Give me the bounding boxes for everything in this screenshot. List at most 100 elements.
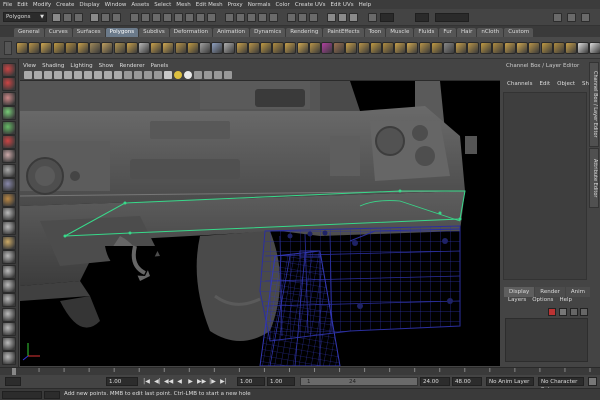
input-ops-icon[interactable]: [287, 13, 296, 22]
menu-window[interactable]: Window: [105, 2, 127, 8]
persp-graph-layout-icon[interactable]: [2, 250, 16, 265]
menu-create[interactable]: Create: [56, 2, 74, 8]
toggle-attribute-editor-icon[interactable]: [567, 13, 576, 22]
shelf-tool-31-icon[interactable]: [382, 42, 394, 54]
persp-outliner-layout-icon[interactable]: [2, 235, 16, 250]
channel-box-menu-channels[interactable]: Channels: [507, 81, 532, 90]
shelf-tool-22-icon[interactable]: [272, 42, 285, 54]
shelf-tool-6-icon[interactable]: [77, 42, 89, 54]
shelf-tool-33-icon[interactable]: [406, 42, 419, 54]
shelf-tool-24-icon[interactable]: [296, 42, 309, 54]
shelf-tab-curves[interactable]: Curves: [44, 28, 72, 37]
move-tool-icon[interactable]: [2, 106, 16, 121]
shelf-tool-26-icon[interactable]: [321, 42, 333, 54]
shelf-tool-17-icon[interactable]: [211, 42, 224, 54]
menu-edit[interactable]: Edit: [17, 2, 28, 8]
panel-tool-17-icon[interactable]: [184, 71, 192, 79]
step-forward-key-button[interactable]: |▶: [208, 377, 217, 386]
mask-curve-icon[interactable]: [152, 13, 161, 22]
panel-tool-11-icon[interactable]: [124, 71, 132, 79]
go-to-end-button[interactable]: ▶|: [219, 377, 228, 386]
save-scene-icon[interactable]: [74, 13, 83, 22]
new-layer-icon[interactable]: [548, 308, 556, 316]
shelf-tab-ncloth[interactable]: nCloth: [477, 28, 504, 37]
panel-tool-15-icon[interactable]: [164, 71, 172, 79]
mask-misc-icon[interactable]: [207, 13, 216, 22]
snap-point-icon[interactable]: [247, 13, 256, 22]
animation-prefs-icon[interactable]: [588, 377, 597, 386]
shelf-tool-36-icon[interactable]: [443, 42, 455, 54]
graph-editor-layout-icon[interactable]: [2, 307, 16, 322]
hypershade-layout-icon[interactable]: [2, 293, 16, 308]
shelf-tool-47-icon[interactable]: [577, 42, 590, 54]
shelf-tool-34-icon[interactable]: [418, 42, 431, 54]
menu-modify[interactable]: Modify: [33, 2, 51, 8]
panel-menu-panels[interactable]: Panels: [151, 63, 169, 69]
menu-proxy[interactable]: Proxy: [228, 2, 243, 8]
toggle-channel-box-icon[interactable]: [553, 13, 562, 22]
panel-menu-show[interactable]: Show: [99, 63, 114, 69]
shelf-tool-9-icon[interactable]: [113, 42, 126, 54]
panel-tool-19-icon[interactable]: [204, 71, 212, 79]
shelf-tool-30-icon[interactable]: [369, 42, 382, 54]
panel-menu-lighting[interactable]: Lighting: [70, 63, 92, 69]
outliner-layout-icon[interactable]: [2, 279, 16, 293]
shelf-tool-41-icon[interactable]: [504, 42, 516, 54]
shelf-menu-icon[interactable]: [4, 41, 12, 55]
panel-tool-14-icon[interactable]: [154, 71, 162, 79]
shelf-tool-7-icon[interactable]: [89, 42, 102, 54]
menu-select[interactable]: Select: [154, 2, 171, 8]
step-forward-frame-button[interactable]: ▶▶: [197, 377, 206, 386]
input-mode-icon[interactable]: [368, 13, 377, 22]
panel-tool-21-icon[interactable]: [224, 71, 232, 79]
shelf-tab-painteffects[interactable]: PaintEffects: [323, 28, 364, 37]
uv-editor-layout-icon[interactable]: [2, 322, 16, 337]
shelf-tool-38-icon[interactable]: [467, 42, 480, 54]
mask-handle-icon[interactable]: [130, 13, 139, 22]
shelf-tab-surfaces[interactable]: Surfaces: [72, 28, 105, 37]
shelf-tool-10-icon[interactable]: [125, 42, 138, 54]
step-back-key-button[interactable]: ◀|: [153, 377, 162, 386]
step-back-frame-button[interactable]: ◀◀: [164, 377, 173, 386]
shelf-tool-40-icon[interactable]: [491, 42, 504, 54]
go-to-start-button[interactable]: |◀: [142, 377, 151, 386]
mask-surface-icon[interactable]: [163, 13, 172, 22]
input-field-x[interactable]: [380, 13, 394, 22]
time-slider[interactable]: [0, 367, 600, 376]
panel-tool-10-icon[interactable]: [114, 71, 122, 79]
panel-tool-4-icon[interactable]: [54, 71, 62, 79]
menu-normals[interactable]: Normals: [248, 2, 271, 8]
shelf-tool-16-icon[interactable]: [199, 42, 211, 54]
layer-menu-help[interactable]: Help: [559, 297, 572, 306]
shelf-tool-35-icon[interactable]: [430, 42, 443, 54]
menu-mesh[interactable]: Mesh: [176, 2, 190, 8]
shelf-tool-39-icon[interactable]: [479, 42, 492, 54]
shelf-tool-13-icon[interactable]: [162, 42, 175, 54]
script-editor-layout-icon[interactable]: [2, 351, 16, 365]
shelf-tool-46-icon[interactable]: [565, 42, 577, 54]
open-scene-icon[interactable]: [63, 13, 72, 22]
panel-tool-16-icon[interactable]: [174, 71, 182, 79]
select-object-icon[interactable]: [101, 13, 110, 22]
channel-box-body[interactable]: [503, 92, 587, 280]
shelf-tool-25-icon[interactable]: [308, 42, 321, 54]
last-tool-icon[interactable]: [2, 192, 16, 207]
menu-display[interactable]: Display: [79, 2, 99, 8]
mask-dynamic-icon[interactable]: [185, 13, 194, 22]
snap-grid-icon[interactable]: [225, 13, 234, 22]
select-hierarchy-icon[interactable]: [90, 13, 99, 22]
shelf-tool-37-icon[interactable]: [455, 42, 468, 54]
range-inner-start-value[interactable]: 1.00: [267, 377, 295, 386]
mask-deform-icon[interactable]: [174, 13, 183, 22]
shelf-tool-14-icon[interactable]: [174, 42, 187, 54]
universal-tool-icon[interactable]: [2, 149, 16, 164]
character-set-dropdown[interactable]: No Character Set: [538, 377, 584, 393]
panel-tool-7-icon[interactable]: [84, 71, 92, 79]
shelf-tab-fur[interactable]: Fur: [439, 28, 457, 37]
menu-create-uvs[interactable]: Create UVs: [295, 2, 326, 8]
shelf-tab-fluids[interactable]: Fluids: [414, 28, 439, 37]
shelf-tool-2-icon[interactable]: [28, 42, 41, 54]
menu-edit-mesh[interactable]: Edit Mesh: [196, 2, 223, 8]
history-toggle-icon[interactable]: [309, 13, 318, 22]
ipr-render-icon[interactable]: [338, 13, 347, 22]
